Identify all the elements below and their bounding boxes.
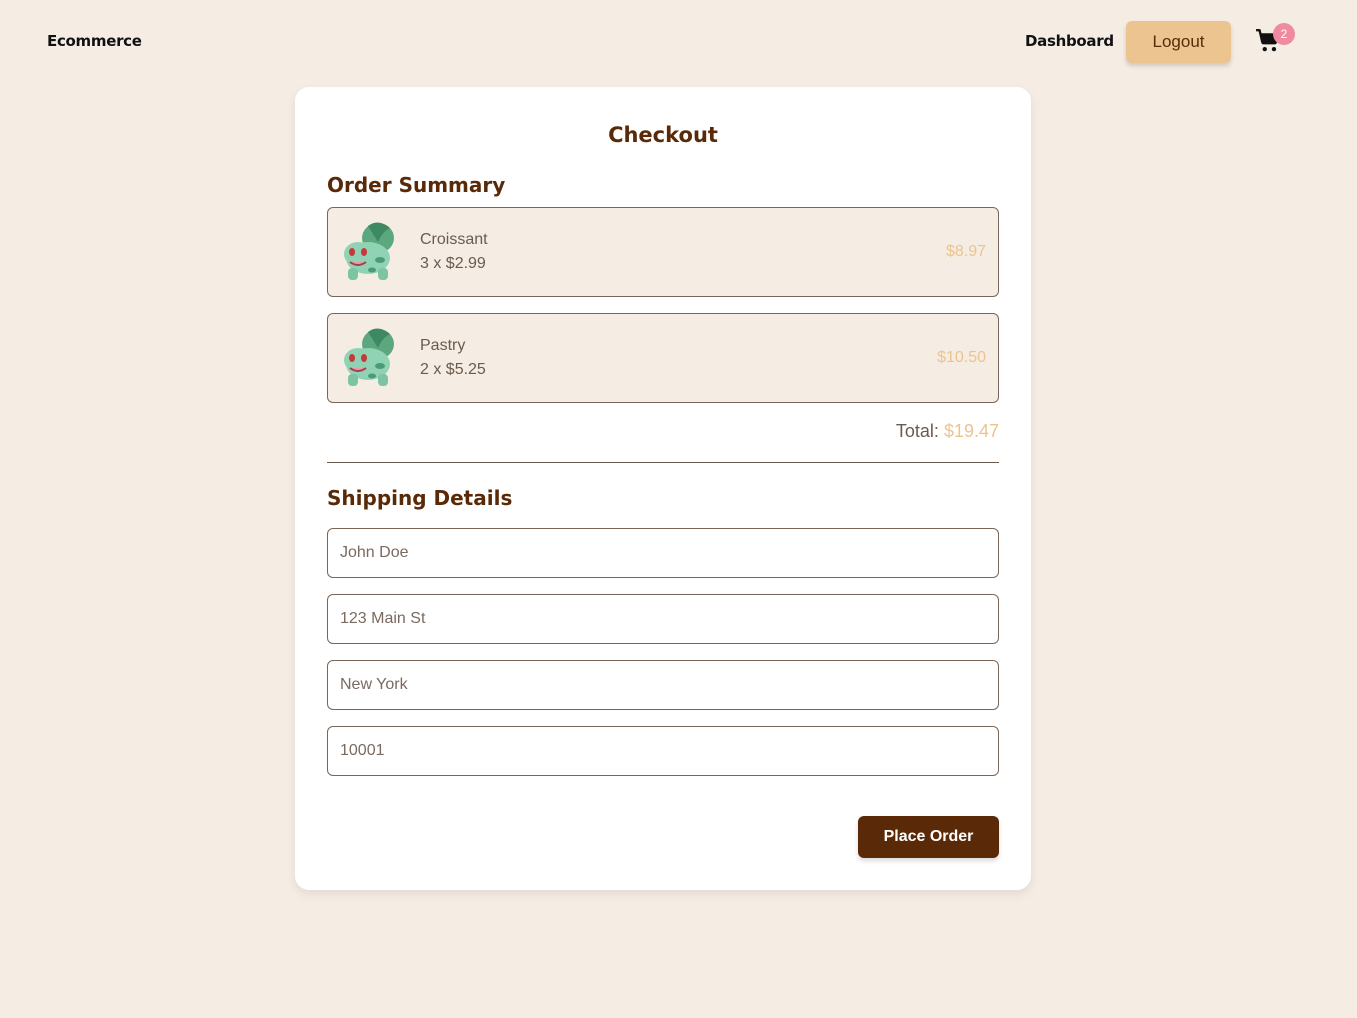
brand-logo[interactable]: Ecommerce: [47, 32, 142, 50]
place-order-button[interactable]: Place Order: [858, 816, 999, 858]
item-line-total: $10.50: [937, 349, 986, 366]
shipping-details-heading: Shipping Details: [327, 486, 513, 510]
order-item: Pastry 2 x $5.25 $10.50: [327, 313, 999, 403]
bulbasaur-image: [344, 328, 394, 386]
zip-input[interactable]: [327, 726, 999, 776]
address-input[interactable]: [327, 594, 999, 644]
checkout-card: Checkout Order Summary Croissant 3 x $2.…: [295, 87, 1031, 890]
item-name: Croissant: [420, 231, 488, 248]
item-quantity: 2 x $5.25: [420, 361, 486, 378]
item-line-total: $8.97: [945, 243, 986, 260]
logout-button[interactable]: Logout: [1126, 21, 1231, 63]
dashboard-link[interactable]: Dashboard: [1025, 32, 1114, 50]
cart-count-badge: 2: [1273, 23, 1295, 45]
order-summary-heading: Order Summary: [327, 173, 506, 197]
name-input[interactable]: [327, 528, 999, 578]
bulbasaur-image: [344, 222, 394, 280]
order-item: Croissant 3 x $2.99 $8.97: [327, 207, 999, 297]
item-quantity: 3 x $2.99: [420, 255, 486, 272]
order-total: Total: $19.47: [896, 421, 999, 442]
city-input[interactable]: [327, 660, 999, 710]
top-navbar: Ecommerce Dashboard Logout 2: [0, 0, 1357, 86]
total-label: Total:: [895, 421, 939, 441]
section-divider: [327, 462, 999, 463]
total-value: $19.47: [943, 421, 999, 441]
item-name: Pastry: [420, 337, 466, 354]
page-title: Checkout: [608, 123, 718, 147]
